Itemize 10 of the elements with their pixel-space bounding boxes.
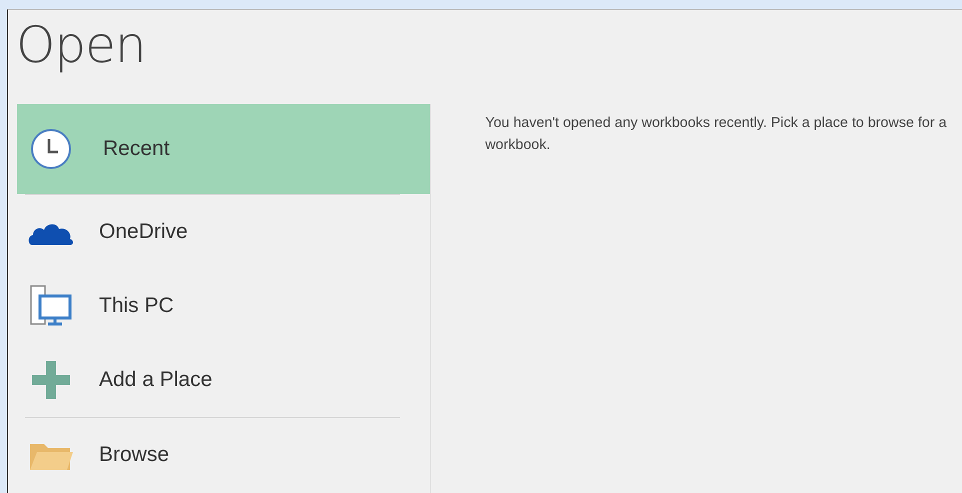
- place-item[interactable]: Browse: [17, 418, 430, 492]
- place-item[interactable]: Recent: [17, 104, 430, 194]
- clock-icon: [29, 127, 73, 171]
- page-title: Open: [15, 15, 147, 76]
- plus-icon: [30, 359, 72, 401]
- computer-icon: [28, 284, 74, 328]
- place-item[interactable]: This PC: [17, 269, 430, 343]
- place-item[interactable]: Add a Place: [17, 343, 430, 417]
- place-item[interactable]: OneDrive: [17, 195, 430, 269]
- empty-message: You haven't opened any workbooks recently. Pick a place to browse for a workbook.: [485, 114, 948, 155]
